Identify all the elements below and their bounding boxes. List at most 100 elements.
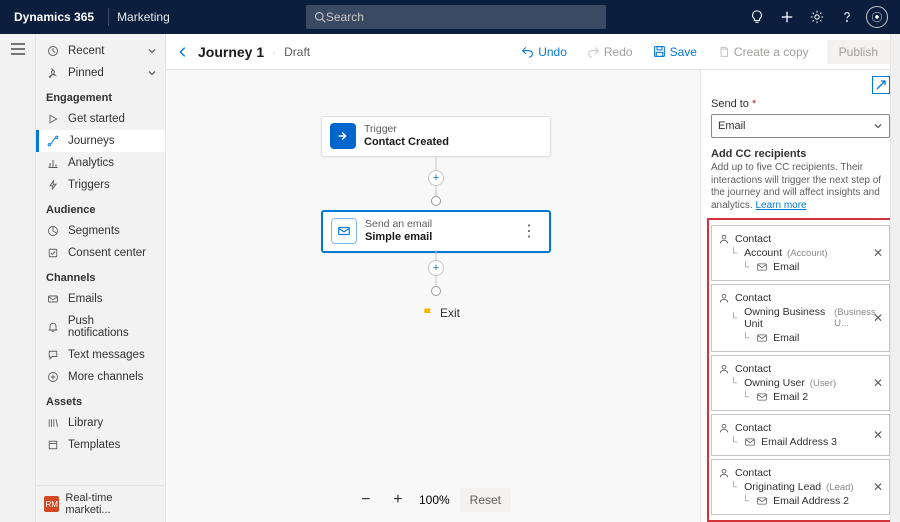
nav-label: Analytics xyxy=(68,157,114,169)
properties-panel: Send to Email Add CC recipients Add up t… xyxy=(700,70,900,522)
learn-more-link[interactable]: Learn more xyxy=(755,200,806,211)
copy-label: Create a copy xyxy=(734,45,809,59)
consent-icon xyxy=(46,247,60,259)
nav-pinned[interactable]: Pinned xyxy=(36,62,165,84)
nav-group-assets: Assets xyxy=(36,388,165,412)
connector xyxy=(436,276,437,286)
cc-leaf: Email 2 xyxy=(773,391,808,403)
pin-icon xyxy=(46,67,60,79)
remove-icon[interactable]: ✕ xyxy=(873,246,883,260)
node-trigger[interactable]: Trigger Contact Created xyxy=(321,116,551,157)
nav-get-started[interactable]: Get started xyxy=(36,108,165,130)
nav-more-channels[interactable]: More channels xyxy=(36,366,165,388)
nav-analytics[interactable]: Analytics xyxy=(36,152,165,174)
cc-root: Contact xyxy=(735,233,771,245)
chevron-down-icon xyxy=(147,68,157,78)
publish-button: Publish xyxy=(827,40,890,64)
remove-icon[interactable]: ✕ xyxy=(873,480,883,494)
cc-card[interactable]: ✕ Contact └Owning Business Unit (Busines… xyxy=(711,284,890,352)
nav-emails[interactable]: Emails xyxy=(36,288,165,310)
cc-mid: Originating Lead xyxy=(744,481,821,493)
add-node-button[interactable]: + xyxy=(428,170,444,186)
node-title: Simple email xyxy=(365,231,432,245)
person-icon xyxy=(718,422,730,434)
nav-consent[interactable]: Consent center xyxy=(36,242,165,264)
node-title: Contact Created xyxy=(364,136,449,150)
nav-library[interactable]: Library xyxy=(36,412,165,434)
library-icon xyxy=(46,417,60,429)
nav-segments[interactable]: Segments xyxy=(36,220,165,242)
main-area: Journey 1 · Draft Undo Redo Save Create … xyxy=(166,34,900,522)
cc-mid-meta: (Lead) xyxy=(826,482,853,493)
remove-icon[interactable]: ✕ xyxy=(873,428,883,442)
nav-journeys[interactable]: Journeys xyxy=(36,130,165,152)
nav-label: Recent xyxy=(68,45,104,57)
cc-mid: Owning Business Unit xyxy=(744,306,829,330)
save-button[interactable]: Save xyxy=(647,41,703,63)
mail-icon xyxy=(46,293,60,305)
cc-card[interactable]: ✕ Contact └Account (Account) └Email xyxy=(711,225,890,281)
nav-text[interactable]: Text messages xyxy=(36,344,165,366)
template-icon xyxy=(46,439,60,451)
mail-icon xyxy=(756,495,768,507)
nav-label: Push notifications xyxy=(68,315,157,339)
brand-label: Dynamics 365 xyxy=(8,10,100,24)
nav-recent[interactable]: Recent xyxy=(36,40,165,62)
node-more-icon[interactable]: ⋮ xyxy=(517,221,541,241)
remove-icon[interactable]: ✕ xyxy=(873,311,883,325)
lightbulb-icon[interactable] xyxy=(742,2,772,32)
nav-templates[interactable]: Templates xyxy=(36,434,165,456)
journey-canvas[interactable]: Trigger Contact Created + Send an email … xyxy=(166,70,700,522)
search-input[interactable] xyxy=(326,10,598,24)
expand-panel-button[interactable] xyxy=(872,76,890,94)
add-icon[interactable] xyxy=(772,2,802,32)
global-search[interactable] xyxy=(306,5,606,29)
journey-icon xyxy=(46,135,60,147)
cc-mid-meta: (Account) xyxy=(787,248,828,259)
node-send-email[interactable]: Send an email Simple email ⋮ xyxy=(321,210,551,253)
cc-root: Contact xyxy=(735,422,771,434)
zoom-in-button[interactable]: + xyxy=(387,489,409,511)
nav-label: Templates xyxy=(68,439,120,451)
mail-icon xyxy=(331,218,357,244)
person-icon xyxy=(718,363,730,375)
status-badge: Draft xyxy=(284,45,310,59)
remove-icon[interactable]: ✕ xyxy=(873,376,883,390)
gear-icon[interactable] xyxy=(802,2,832,32)
add-node-button[interactable]: + xyxy=(428,260,444,276)
scrollbar[interactable] xyxy=(890,34,900,522)
cc-root: Contact xyxy=(735,467,771,479)
help-icon[interactable] xyxy=(832,2,862,32)
connector-dot xyxy=(431,286,441,296)
user-avatar[interactable]: ⦿ xyxy=(862,2,892,32)
exit-label: Exit xyxy=(440,306,460,320)
trigger-icon xyxy=(330,123,356,149)
cc-leaf: Email Address 2 xyxy=(773,495,849,507)
back-button[interactable] xyxy=(176,45,190,59)
nav-label: More channels xyxy=(68,371,143,383)
cc-card[interactable]: ✕ Contact └Email Address 3 xyxy=(711,414,890,456)
nav-group-audience: Audience xyxy=(36,196,165,220)
nav-triggers[interactable]: Triggers xyxy=(36,174,165,196)
app-bar: Dynamics 365 Marketing ⦿ xyxy=(0,0,900,34)
nav-label: Pinned xyxy=(68,67,104,79)
chevron-down-icon xyxy=(873,121,883,131)
cc-card[interactable]: ✕ Contact └Owning User (User) └Email 2 xyxy=(711,355,890,411)
redo-label: Redo xyxy=(604,45,633,59)
send-to-select[interactable]: Email xyxy=(711,114,890,138)
cc-leaf: Email xyxy=(773,261,799,273)
zoom-controls: − + 100% Reset xyxy=(355,488,511,512)
undo-button[interactable]: Undo xyxy=(515,41,573,63)
nav-label: Text messages xyxy=(68,349,145,361)
cc-card[interactable]: ✕ Contact └Originating Lead (Lead) └Emai… xyxy=(711,459,890,515)
chevron-down-icon xyxy=(147,46,157,56)
chart-icon xyxy=(46,157,60,169)
hamburger-icon[interactable] xyxy=(10,42,26,522)
nav-area-switcher[interactable]: RM Real-time marketi... xyxy=(36,485,165,522)
zoom-out-button[interactable]: − xyxy=(355,489,377,511)
zoom-reset-button[interactable]: Reset xyxy=(460,488,511,512)
exit-node: Exit xyxy=(422,306,460,320)
nav-push[interactable]: Push notifications xyxy=(36,310,165,344)
copy-button: Create a copy xyxy=(711,41,815,63)
nav-label: Consent center xyxy=(68,247,146,259)
